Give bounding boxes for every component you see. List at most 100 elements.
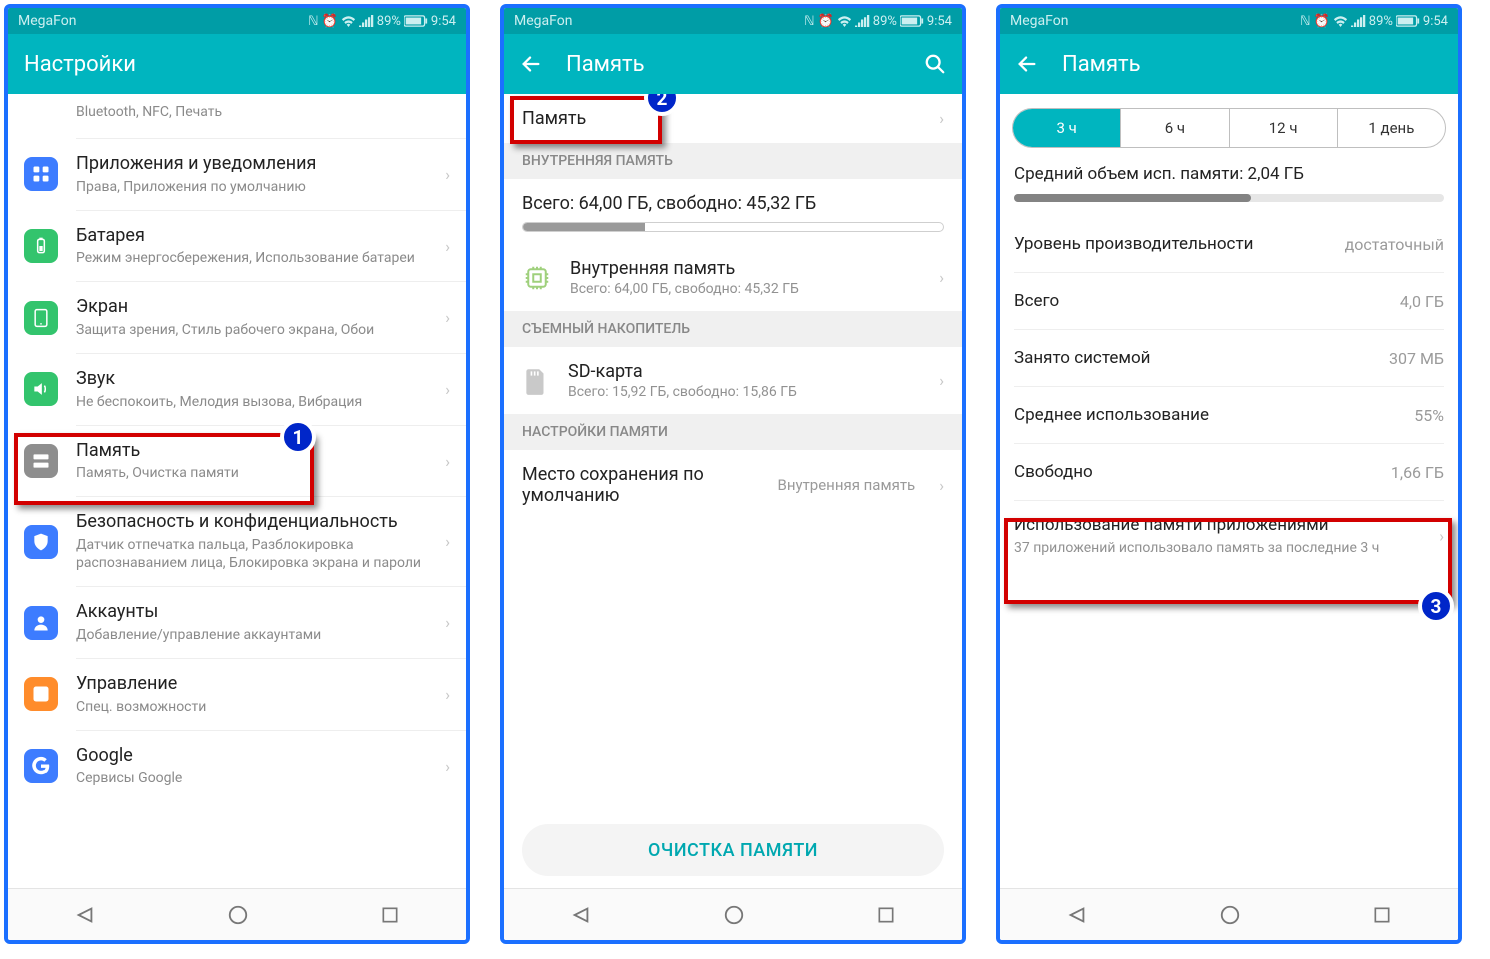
battery-pct: 89% (873, 14, 897, 29)
alarm-icon: ⏰ (1314, 14, 1330, 29)
chevron-right-icon: › (445, 757, 450, 776)
google-icon (24, 749, 58, 783)
status-bar: MegaFon ℕ ⏰ 89% 9:54 (8, 8, 466, 34)
nav-recent-icon[interactable] (380, 905, 400, 925)
battery-icon (1396, 15, 1420, 27)
chevron-right-icon: › (445, 308, 450, 327)
battery-pct: 89% (377, 14, 401, 29)
shield-icon (24, 525, 58, 559)
item-title: Аккаунты (76, 601, 427, 624)
memory-content[interactable]: 3 ч6 ч12 ч1 день Средний объем исп. памя… (1000, 94, 1458, 888)
list-item-account[interactable]: Аккаунты Добавление/управление аккаунтам… (8, 587, 466, 658)
back-icon[interactable] (520, 53, 542, 75)
stat-label: Уровень производительности (1014, 234, 1253, 254)
stat-row: Среднее использование55% (1000, 387, 1458, 443)
carrier-label: MegaFon (18, 13, 76, 29)
list-item-display[interactable]: Экран Защита зрения, Стиль рабочего экра… (8, 282, 466, 353)
stat-row: Всего4,0 ГБ (1000, 273, 1458, 329)
settings-list[interactable]: Bluetooth, NFC, Печать Приложения и увед… (8, 94, 466, 888)
search-icon[interactable] (924, 53, 946, 75)
stat-value: 1,66 ГБ (1391, 463, 1444, 482)
clock: 9:54 (927, 14, 952, 29)
nav-home-icon[interactable] (723, 904, 745, 926)
nav-back-icon[interactable] (1066, 904, 1088, 926)
stat-value: достаточный (1345, 235, 1444, 254)
storage-content[interactable]: Память › ВНУТРЕННЯЯ ПАМЯТЬ Всего: 64,00 … (504, 94, 962, 888)
clean-storage-button[interactable]: ОЧИСТКА ПАМЯТИ (522, 824, 944, 876)
item-title: Память (76, 440, 427, 463)
nfc-icon: ℕ (308, 14, 318, 29)
item-title: Управление (76, 673, 427, 696)
callout-badge-3: 3 (1418, 588, 1454, 624)
nav-back-icon[interactable] (74, 904, 96, 926)
row-app-memory-usage[interactable]: Использование памяти приложениями 37 при… (1000, 501, 1458, 571)
chevron-right-icon: › (445, 237, 450, 256)
nav-recent-icon[interactable] (876, 905, 896, 925)
stat-value: 4,0 ГБ (1400, 292, 1444, 311)
nav-home-icon[interactable] (1219, 904, 1241, 926)
nfc-icon: ℕ (804, 14, 814, 29)
list-item-storage[interactable]: Память Память, Очистка памяти › (8, 426, 466, 497)
sound-icon (24, 372, 58, 406)
list-item-apps[interactable]: Приложения и уведомления Права, Приложен… (8, 139, 466, 210)
chevron-right-icon: › (1439, 527, 1444, 546)
page-title: Память (566, 52, 900, 77)
row-internal-storage[interactable]: Внутренняя память Всего: 64,00 ГБ, свобо… (504, 244, 962, 311)
navigation-bar (1000, 888, 1458, 940)
chevron-right-icon: › (939, 476, 944, 495)
carrier-label: MegaFon (514, 13, 572, 29)
battery-icon (404, 15, 428, 27)
row-memory-label: Память (522, 108, 586, 129)
nav-back-icon[interactable] (570, 904, 592, 926)
section-removable: СЪЕМНЫЙ НАКОПИТЕЛЬ (504, 311, 962, 347)
chevron-right-icon: › (445, 165, 450, 184)
item-sub: Память, Очистка памяти (76, 464, 427, 482)
stat-row: Уровень производительности достаточный (1000, 216, 1458, 272)
memory-usage-bar-fill (1014, 194, 1251, 202)
chevron-right-icon: › (939, 371, 944, 390)
callout-badge-1: 1 (280, 419, 316, 455)
app-bar: Память (504, 34, 962, 94)
account-icon (24, 606, 58, 640)
list-item-google[interactable]: Google Сервисы Google › (8, 731, 466, 802)
nav-recent-icon[interactable] (1372, 905, 1392, 925)
nav-home-icon[interactable] (227, 904, 249, 926)
row-memory[interactable]: Память › (504, 94, 962, 143)
manage-icon (24, 677, 58, 711)
item-sub: Спец. возможности (76, 698, 427, 716)
chevron-right-icon: › (445, 613, 450, 632)
phone-screen-settings: MegaFon ℕ ⏰ 89% 9:54 Настройки Bluetooth… (4, 4, 470, 944)
status-indicators: ℕ ⏰ 89% 9:54 (308, 14, 456, 29)
back-icon[interactable] (1016, 53, 1038, 75)
list-item-battery[interactable]: Батарея Режим энергосбережения, Использо… (8, 211, 466, 282)
time-range-segments: 3 ч6 ч12 ч1 день (1012, 108, 1446, 148)
status-bar: MegaFon ℕ ⏰ 89% 9:54 (504, 8, 962, 34)
item-title: Звук (76, 368, 427, 391)
list-item-manage[interactable]: Управление Спец. возможности › (8, 659, 466, 730)
average-memory-label: Средний объем исп. памяти: 2,04 ГБ (1000, 164, 1458, 194)
storage-progress-bar (522, 222, 944, 232)
item-sub: Режим энергосбережения, Использование ба… (76, 249, 427, 267)
item-sub: Права, Приложения по умолчанию (76, 178, 427, 196)
stat-value: 55% (1414, 406, 1444, 425)
list-item-connectivity-partial[interactable]: Bluetooth, NFC, Печать (8, 94, 466, 138)
stat-row: Занято системой307 МБ (1000, 330, 1458, 386)
status-indicators: ℕ ⏰ 89% 9:54 (804, 14, 952, 29)
list-item-sound[interactable]: Звук Не беспокоить, Мелодия вызова, Вибр… (8, 354, 466, 425)
item-title: Батарея (76, 225, 427, 248)
segment-6ч[interactable]: 6 ч (1120, 109, 1228, 147)
app-bar: Настройки (8, 34, 466, 94)
alarm-icon: ⏰ (322, 14, 338, 29)
list-item-shield[interactable]: Безопасность и конфиденциальность Датчик… (8, 497, 466, 586)
internal-title: Внутренняя память (570, 258, 921, 279)
segment-3ч[interactable]: 3 ч (1013, 109, 1120, 147)
sd-sub: Всего: 15,92 ГБ, свободно: 15,86 ГБ (568, 384, 921, 400)
stat-value: 307 МБ (1389, 349, 1444, 368)
sd-title: SD-карта (568, 361, 921, 382)
row-default-location[interactable]: Место сохранения по умолчанию Внутренняя… (504, 450, 962, 520)
app-usage-title: Использование памяти приложениями (1014, 515, 1444, 535)
segment-1день[interactable]: 1 день (1337, 109, 1445, 147)
row-sd-card[interactable]: SD-карта Всего: 15,92 ГБ, свободно: 15,8… (504, 347, 962, 414)
item-title: Экран (76, 296, 427, 319)
segment-12ч[interactable]: 12 ч (1229, 109, 1337, 147)
